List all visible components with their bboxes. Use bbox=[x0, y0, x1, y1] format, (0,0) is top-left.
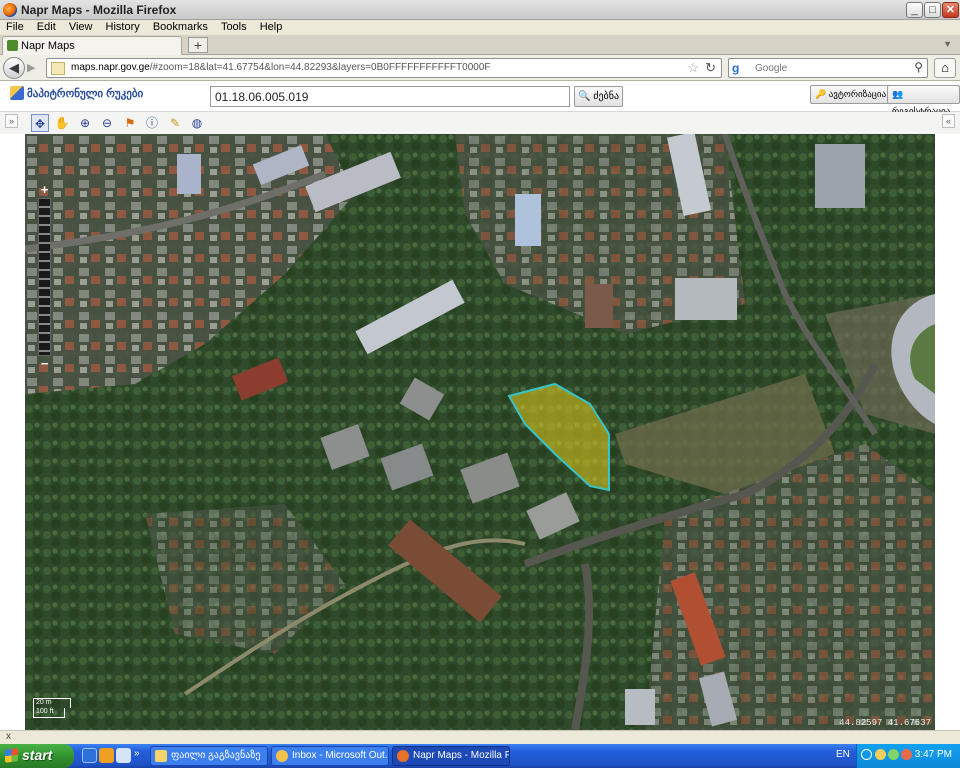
task-folder[interactable]: ფაილი გაგზავნაზე bbox=[150, 746, 268, 766]
home-button[interactable]: ⌂ bbox=[934, 58, 956, 78]
bookmark-star-icon[interactable]: ☆ bbox=[687, 60, 699, 76]
zoom-in-button[interactable]: + bbox=[37, 183, 52, 197]
status-close-button[interactable]: x bbox=[6, 731, 11, 742]
menu-bar: File Edit View History Bookmarks Tools H… bbox=[0, 20, 960, 35]
napr-logo[interactable]: მაპიტრონული რუკები bbox=[10, 86, 143, 100]
status-bar: x bbox=[0, 730, 960, 744]
menu-edit[interactable]: Edit bbox=[37, 20, 56, 35]
register-button[interactable]: 👥 რეგისტრაცია bbox=[887, 85, 960, 116]
close-button[interactable]: ✕ bbox=[942, 2, 959, 18]
scale-bar: 20 m 100 ft bbox=[33, 698, 71, 718]
cadastral-search-input[interactable] bbox=[210, 86, 570, 107]
back-button[interactable]: ◀ bbox=[3, 57, 25, 79]
menu-history[interactable]: History bbox=[106, 20, 140, 35]
task-outlook[interactable]: Inbox - Microsoft Out... bbox=[271, 746, 389, 766]
web-search-box[interactable]: g ⚲ bbox=[728, 58, 928, 78]
map-toolbar: » ✥ ✋ ⊕ ⊖ ⚑ ⓘ ✎ ◍ « bbox=[0, 112, 960, 134]
windows-flag-icon bbox=[5, 748, 18, 763]
napr-logo-icon bbox=[10, 86, 24, 100]
tab-list-icon[interactable]: ▼ bbox=[943, 39, 952, 49]
start-label: start bbox=[22, 747, 53, 763]
quicklaunch-more-icon[interactable]: » bbox=[134, 748, 149, 763]
minimize-button[interactable]: _ bbox=[906, 2, 923, 18]
info-icon[interactable]: ⓘ bbox=[143, 114, 161, 132]
firefox-quicklaunch-icon[interactable] bbox=[99, 748, 114, 763]
web-search-input[interactable] bbox=[753, 61, 903, 75]
mouse-coordinates: 44.82597 41.67637 bbox=[839, 718, 931, 728]
map-imagery bbox=[25, 134, 935, 730]
globe-icon[interactable]: ◍ bbox=[188, 114, 206, 132]
folder-icon bbox=[155, 750, 167, 762]
window-titlebar: Napr Maps - Mozilla Firefox _ □ ✕ bbox=[0, 0, 960, 20]
scale-metric: 20 m bbox=[33, 698, 71, 708]
reload-icon[interactable]: ↻ bbox=[705, 60, 716, 76]
measure-icon[interactable]: ⚑ bbox=[121, 114, 139, 132]
tab-label: Napr Maps bbox=[21, 40, 75, 52]
logo-text: მაპიტრონული რუკები bbox=[27, 88, 144, 100]
hand-icon[interactable]: ✋ bbox=[53, 114, 71, 132]
menu-help[interactable]: Help bbox=[260, 20, 283, 35]
scale-imperial: 100 ft bbox=[33, 708, 65, 718]
window-title: Napr Maps - Mozilla Firefox bbox=[21, 3, 177, 17]
menu-tools[interactable]: Tools bbox=[221, 20, 247, 35]
tray-expand-icon[interactable] bbox=[861, 749, 872, 760]
task-label: Inbox - Microsoft Out... bbox=[292, 750, 389, 761]
tray-icon-2[interactable] bbox=[888, 749, 899, 760]
url-host: maps.napr.gov.ge bbox=[71, 62, 150, 73]
search-magnifier-icon[interactable]: ⚲ bbox=[914, 60, 923, 74]
language-indicator[interactable]: EN bbox=[836, 749, 850, 760]
search-button[interactable]: 🔍 ძებნა bbox=[574, 86, 623, 107]
right-margin bbox=[935, 134, 960, 730]
system-tray: 3:47 PM bbox=[856, 744, 960, 768]
url-path: /#zoom=18&lat=41.67754&lon=44.82293&laye… bbox=[149, 62, 491, 73]
zoom-track[interactable] bbox=[38, 198, 51, 356]
zoom-slider[interactable]: + − bbox=[37, 183, 52, 371]
zoom-out-button[interactable]: − bbox=[37, 357, 52, 371]
firefox-icon bbox=[3, 3, 17, 17]
outlook-icon bbox=[276, 750, 288, 762]
site-identity-icon[interactable] bbox=[51, 62, 65, 75]
firefox-task-icon bbox=[397, 750, 409, 762]
menu-view[interactable]: View bbox=[69, 20, 93, 35]
clock: 3:47 PM bbox=[914, 749, 952, 760]
tab-napr-maps[interactable]: Napr Maps bbox=[2, 36, 182, 55]
right-panel-toggle[interactable]: « bbox=[942, 114, 955, 128]
zoom-in-icon[interactable]: ⊕ bbox=[76, 114, 94, 132]
outlook-quicklaunch-icon[interactable] bbox=[116, 748, 131, 763]
tab-bar: Napr Maps + ▼ bbox=[0, 35, 960, 55]
url-bar[interactable]: maps.napr.gov.ge/#zoom=18&lat=41.67754&l… bbox=[46, 58, 722, 78]
left-panel-toggle[interactable]: » bbox=[5, 114, 18, 128]
navigation-bar: ◀ ▶ maps.napr.gov.ge/#zoom=18&lat=41.677… bbox=[0, 55, 960, 81]
ie-quicklaunch-icon[interactable] bbox=[82, 748, 97, 763]
pencil-icon[interactable]: ✎ bbox=[166, 114, 184, 132]
app-header: მაპიტრონული რუკები 🔍 ძებნა 🔑 ავტორიზაცია… bbox=[0, 81, 960, 116]
satellite-map[interactable]: + − 20 m 100 ft 44.82597 41.67637 bbox=[25, 134, 935, 730]
left-margin bbox=[0, 134, 25, 730]
login-button[interactable]: 🔑 ავტორიზაცია bbox=[810, 85, 892, 104]
url-text: maps.napr.gov.ge/#zoom=18&lat=41.67754&l… bbox=[71, 62, 491, 73]
maximize-button[interactable]: □ bbox=[924, 2, 941, 18]
pan-icon[interactable]: ✥ bbox=[31, 114, 49, 132]
menu-bookmarks[interactable]: Bookmarks bbox=[153, 20, 208, 35]
task-label: Napr Maps - Mozilla Fi... bbox=[413, 750, 509, 761]
search-button-label: ძებნა bbox=[593, 91, 620, 102]
new-tab-button[interactable]: + bbox=[188, 37, 208, 53]
task-label: ფაილი გაგზავნაზე bbox=[171, 750, 261, 761]
windows-taskbar: start » ფაილი გაგზავნაზე Inbox - Microso… bbox=[0, 744, 960, 768]
task-firefox[interactable]: Napr Maps - Mozilla Fi... bbox=[392, 746, 510, 766]
zoom-out-icon[interactable]: ⊖ bbox=[98, 114, 116, 132]
tray-icon-1[interactable] bbox=[875, 749, 886, 760]
start-button[interactable]: start bbox=[0, 744, 74, 768]
menu-file[interactable]: File bbox=[6, 20, 24, 35]
tray-icon-3[interactable] bbox=[901, 749, 912, 760]
forward-button[interactable]: ▶ bbox=[27, 61, 41, 75]
login-label: ავტორიზაცია bbox=[828, 89, 887, 99]
site-favicon-icon bbox=[7, 40, 18, 51]
google-engine-icon[interactable]: g bbox=[732, 61, 747, 76]
